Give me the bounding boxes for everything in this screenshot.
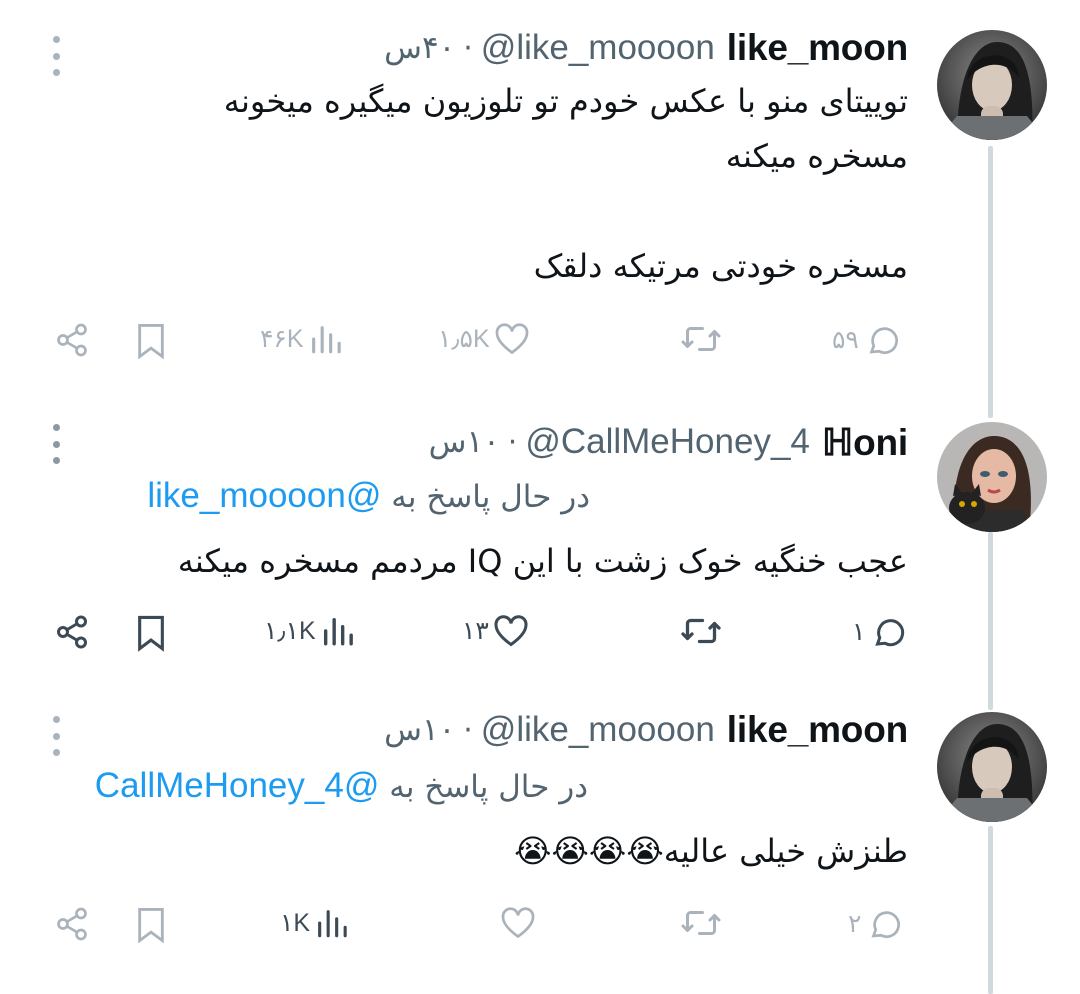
reply-mention-link[interactable]: @CallMeHoney_4 <box>95 766 380 805</box>
share-button[interactable] <box>54 322 90 358</box>
tweet-line: توییتای منو با عکس خودم تو تلوزیون میگیر… <box>223 82 908 120</box>
more-icon[interactable] <box>44 716 68 756</box>
reply-count: ۲ <box>848 910 862 938</box>
retweet-icon <box>681 327 721 351</box>
reply-icon <box>875 619 905 647</box>
action-bar: ۱K ۲ <box>0 906 1080 950</box>
views-count: ۴۶K <box>260 325 304 353</box>
reply-count: ۵۹ <box>832 326 859 354</box>
bookmark-button[interactable] <box>134 322 168 360</box>
views-button[interactable]: ۴۶K <box>260 322 342 356</box>
reply-icon <box>869 327 898 354</box>
views-icon <box>318 910 347 938</box>
like-button[interactable]: ۱۳ <box>462 614 529 648</box>
bookmark-button[interactable] <box>134 614 168 652</box>
tweet-line: مسخره میکنه <box>725 137 908 175</box>
tweet[interactable]: ۱۰س · @CallMeHoney_4 ℍoni در حال پاسخ به… <box>0 392 1080 694</box>
bookmark-icon <box>138 908 164 944</box>
tweet-header: ۱۰س · @CallMeHoney_4 ℍoni <box>429 416 909 468</box>
like-count: ۱۳ <box>462 617 489 645</box>
reply-mention-link[interactable]: @like_moooon <box>147 476 381 515</box>
avatar[interactable] <box>937 712 1047 822</box>
share-icon <box>57 323 87 357</box>
display-name[interactable]: ℍoni <box>822 421 908 464</box>
reply-context: در حال پاسخ به @CallMeHoney_4 <box>95 766 588 806</box>
user-handle[interactable]: @CallMeHoney_4 <box>525 422 810 462</box>
tweet-time[interactable]: ۴۰س <box>384 30 455 66</box>
reply-button[interactable]: ۱ <box>852 614 907 650</box>
views-count: ۱K <box>280 909 311 937</box>
avatar[interactable] <box>937 30 1047 140</box>
avatar-illustration-icon <box>937 422 1047 532</box>
like-count: ۱٫۵K <box>438 325 490 353</box>
separator-dot: · <box>507 424 518 460</box>
tweet[interactable]: ۴۰س · @like_moooon like_moon توییتای منو… <box>0 0 1080 392</box>
bookmark-button[interactable] <box>134 906 168 944</box>
reply-prefix: در حال پاسخ به <box>391 479 590 515</box>
reply-icon <box>871 911 901 938</box>
avatar-photo-icon <box>937 712 1047 822</box>
views-count: ۱٫۱K <box>264 617 316 645</box>
reply-context: در حال پاسخ به @like_moooon <box>147 476 590 516</box>
share-button[interactable] <box>54 614 90 650</box>
bookmark-icon <box>138 324 164 360</box>
retweet-icon <box>681 618 721 644</box>
tweet-header: ۴۰س · @like_moooon like_moon <box>384 22 908 74</box>
views-icon <box>311 326 341 354</box>
avatar[interactable] <box>937 422 1047 532</box>
action-bar: ۴۶K ۱٫۵K ۵۹ <box>0 322 1080 366</box>
retweet-button[interactable] <box>680 614 722 648</box>
tweet-time[interactable]: ۱۰س <box>429 424 500 460</box>
views-button[interactable]: ۱K <box>280 906 348 940</box>
action-bar: ۱٫۱K ۱۳ ۱ <box>0 614 1080 658</box>
tweet-line: مسخره خودتی مرتیکه دلقک <box>533 247 908 285</box>
views-icon <box>323 617 353 646</box>
views-button[interactable]: ۱٫۱K <box>264 614 354 648</box>
retweet-button[interactable] <box>680 906 722 940</box>
tweet-line <box>224 184 908 239</box>
bookmark-icon <box>138 615 164 652</box>
tweet-header: ۱۰س · @like_moooon like_moon <box>384 704 908 756</box>
display-name[interactable]: like_moon <box>727 709 908 751</box>
share-icon <box>57 907 87 941</box>
reply-count: ۱ <box>852 618 866 646</box>
user-handle[interactable]: @like_moooon <box>481 710 715 750</box>
user-handle[interactable]: @like_moooon <box>481 28 715 68</box>
like-icon <box>494 615 528 647</box>
retweet-icon <box>681 911 721 935</box>
share-icon <box>57 615 87 649</box>
separator-dot: · <box>463 30 473 66</box>
avatar-photo-icon <box>937 30 1047 140</box>
tweet-text: توییتای منو با عکس خودم تو تلوزیون میگیر… <box>224 74 908 294</box>
reply-button[interactable]: ۲ <box>848 906 903 942</box>
like-icon <box>501 907 535 939</box>
display-name[interactable]: like_moon <box>727 27 908 69</box>
more-icon[interactable] <box>44 424 68 464</box>
tweet-text: عجب خنگیه خوک زشت با این IQ مردمم مسخره … <box>178 534 908 589</box>
reply-prefix: در حال پاسخ به <box>389 769 588 805</box>
tweet-line: عجب خنگیه خوک زشت با این IQ مردمم مسخره … <box>177 542 908 580</box>
tweet[interactable]: ۱۰س · @like_moooon like_moon در حال پاسخ… <box>0 694 1080 994</box>
like-button[interactable]: ۱٫۵K <box>438 322 530 356</box>
reply-button[interactable]: ۵۹ <box>832 322 901 358</box>
tweet-text: طنزش خیلی عالیه😭😭😭😭 <box>514 824 908 879</box>
more-icon[interactable] <box>44 36 68 76</box>
separator-dot: · <box>463 712 473 748</box>
retweet-button[interactable] <box>680 322 722 356</box>
tweet-line: طنزش خیلی عالیه😭😭😭😭 <box>514 832 908 870</box>
like-icon <box>495 323 529 355</box>
like-button[interactable] <box>496 906 536 940</box>
share-button[interactable] <box>54 906 90 942</box>
tweet-time[interactable]: ۱۰س <box>384 712 455 748</box>
